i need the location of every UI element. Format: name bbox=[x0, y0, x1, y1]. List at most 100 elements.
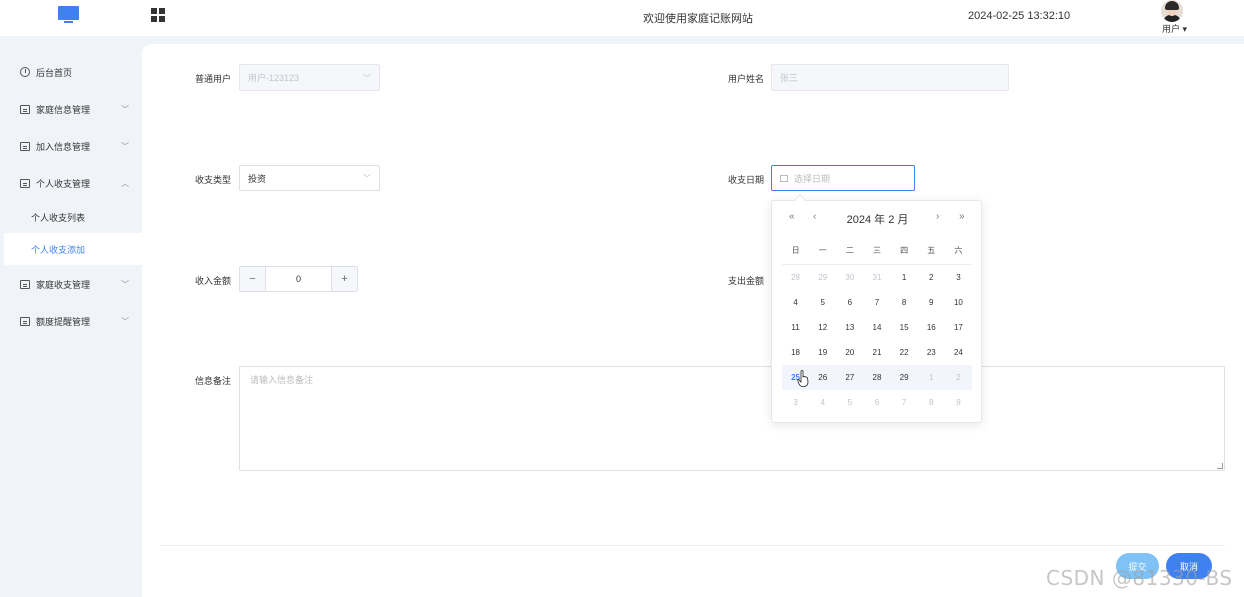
chevron-down-icon: ﹀ bbox=[363, 73, 371, 83]
sidebar-item-join-info[interactable]: 加入信息管理 ﹀ bbox=[0, 135, 142, 157]
calendar-day[interactable]: 1 bbox=[918, 365, 945, 390]
calendar-day[interactable]: 23 bbox=[918, 340, 945, 365]
chevron-down-icon: ﹀ bbox=[363, 174, 371, 183]
chevron-down-icon: ﹀ bbox=[121, 279, 129, 289]
calendar-day[interactable]: 15 bbox=[891, 315, 918, 340]
sidebar-subitem-personal-list[interactable]: 个人收支列表 bbox=[0, 201, 142, 233]
calendar-day[interactable]: 9 bbox=[945, 390, 972, 415]
calendar-day[interactable]: 22 bbox=[891, 340, 918, 365]
weekday-label: 二 bbox=[845, 246, 854, 255]
note-label: 信息备注 bbox=[194, 376, 231, 386]
calendar-day[interactable]: 5 bbox=[836, 390, 863, 415]
sidebar-item-home[interactable]: 后台首页 bbox=[0, 61, 142, 83]
user-select: 用户-123123 ﹀ bbox=[239, 64, 380, 91]
calendar-day[interactable]: 28 bbox=[863, 365, 890, 390]
calendar-grid: 28 29 30 31 1 2 3 4 5 6 7 8 9 10 11 12 13 14 15 16 17 18 19 20 2… bbox=[782, 265, 972, 415]
weekday-label: 四 bbox=[900, 246, 909, 255]
sidebar-item-family-finance[interactable]: 家庭收支管理 ﹀ bbox=[0, 273, 142, 295]
income-stepper[interactable]: − 0 + bbox=[239, 266, 358, 292]
calendar-day[interactable]: 29 bbox=[809, 265, 836, 290]
calendar-day[interactable]: 4 bbox=[782, 290, 809, 315]
calendar-day[interactable]: 10 bbox=[945, 290, 972, 315]
calendar-day[interactable]: 2 bbox=[918, 265, 945, 290]
card-icon bbox=[20, 178, 30, 188]
calendar-day[interactable]: 19 bbox=[809, 340, 836, 365]
prev-year-icon[interactable]: « bbox=[789, 211, 795, 222]
calendar-day[interactable]: 3 bbox=[782, 390, 809, 415]
date-input-placeholder: 选择日期 bbox=[794, 173, 831, 184]
calendar-day[interactable]: 31 bbox=[863, 265, 890, 290]
calendar-week-row: 18 19 20 21 22 23 24 bbox=[782, 340, 972, 365]
prev-month-icon[interactable]: ‹ bbox=[813, 211, 816, 222]
type-select[interactable]: 投资 ﹀ bbox=[239, 165, 380, 191]
calendar-day[interactable]: 7 bbox=[891, 390, 918, 415]
calendar-day[interactable]: 2 bbox=[945, 365, 972, 390]
weekday-label: 日 bbox=[791, 246, 800, 255]
chevron-down-icon: ﹀ bbox=[121, 141, 129, 151]
type-label: 收支类型 bbox=[194, 175, 231, 185]
monitor-logo-icon[interactable] bbox=[58, 6, 79, 23]
calendar-week-row: 28 29 30 31 1 2 3 bbox=[782, 265, 972, 290]
calendar-day[interactable]: 21 bbox=[863, 340, 890, 365]
sidebar-item-family-info[interactable]: 家庭信息管理 ﹀ bbox=[0, 98, 142, 120]
calendar-day[interactable]: 12 bbox=[809, 315, 836, 340]
income-value[interactable]: 0 bbox=[266, 267, 331, 291]
calendar-day[interactable]: 11 bbox=[782, 315, 809, 340]
card-icon bbox=[20, 279, 30, 289]
calendar-day[interactable]: 20 bbox=[836, 340, 863, 365]
weekday-label: 一 bbox=[818, 246, 827, 255]
decrement-button[interactable]: − bbox=[240, 267, 266, 291]
calendar-day[interactable]: 29 bbox=[891, 365, 918, 390]
calendar-day[interactable]: 8 bbox=[891, 290, 918, 315]
calendar-day[interactable]: 28 bbox=[782, 265, 809, 290]
watermark: CSDN @81330-BS bbox=[1046, 566, 1233, 590]
card-icon bbox=[20, 316, 30, 326]
avatar[interactable] bbox=[1161, 0, 1183, 22]
note-textarea[interactable]: 请输入信息备注 bbox=[239, 366, 1225, 471]
calendar-day[interactable]: 9 bbox=[918, 290, 945, 315]
weekday-label: 三 bbox=[872, 246, 881, 255]
calendar-day[interactable]: 18 bbox=[782, 340, 809, 365]
sidebar-item-label: 家庭信息管理 bbox=[36, 104, 91, 115]
calendar-day[interactable]: 17 bbox=[945, 315, 972, 340]
calendar-day[interactable]: 13 bbox=[836, 315, 863, 340]
calendar-day[interactable]: 6 bbox=[863, 390, 890, 415]
calendar-day[interactable]: 27 bbox=[836, 365, 863, 390]
user-select-value: 用户-123123 bbox=[248, 73, 300, 83]
calendar-day[interactable]: 14 bbox=[863, 315, 890, 340]
note-placeholder: 请输入信息备注 bbox=[250, 375, 314, 385]
sidebar-item-quota-alert[interactable]: 额度提醒管理 ﹀ bbox=[0, 310, 142, 332]
grid-menu-icon[interactable] bbox=[151, 8, 165, 22]
calendar-day[interactable]: 5 bbox=[809, 290, 836, 315]
user-menu-trigger[interactable]: 用户 ▾ bbox=[1162, 22, 1187, 35]
sidebar-item-label: 额度提醒管理 bbox=[36, 316, 91, 327]
user-label: 普通用户 bbox=[194, 74, 231, 84]
calendar-day[interactable]: 4 bbox=[809, 390, 836, 415]
calendar-day[interactable]: 6 bbox=[836, 290, 863, 315]
date-input[interactable]: 选择日期 bbox=[771, 165, 915, 191]
calendar-day[interactable]: 30 bbox=[836, 265, 863, 290]
clock-icon bbox=[20, 67, 30, 77]
sidebar-subitem-personal-add[interactable]: 个人收支添加 bbox=[4, 233, 142, 265]
calendar-day[interactable]: 8 bbox=[918, 390, 945, 415]
calendar-day[interactable]: 1 bbox=[891, 265, 918, 290]
sidebar-item-personal-finance[interactable]: 个人收支管理 ︿ bbox=[0, 172, 142, 194]
sidebar-item-label: 后台首页 bbox=[36, 67, 73, 78]
next-month-icon[interactable]: › bbox=[936, 211, 939, 222]
divider bbox=[160, 545, 1225, 546]
calendar-day[interactable]: 3 bbox=[945, 265, 972, 290]
calendar-day[interactable]: 24 bbox=[945, 340, 972, 365]
resize-handle-icon[interactable] bbox=[1217, 463, 1223, 469]
chevron-up-icon: ︿ bbox=[121, 178, 129, 188]
date-label: 收支日期 bbox=[727, 175, 764, 185]
calendar-week-row: 11 12 13 14 15 16 17 bbox=[782, 315, 972, 340]
calendar-day[interactable]: 16 bbox=[918, 315, 945, 340]
name-field: 张三 bbox=[771, 64, 1009, 91]
sidebar-subitem-label: 个人收支列表 bbox=[31, 212, 86, 223]
next-year-icon[interactable]: » bbox=[959, 211, 965, 222]
calendar-icon bbox=[780, 174, 788, 182]
calendar-day[interactable]: 7 bbox=[863, 290, 890, 315]
picker-month-header[interactable]: 2024 年 2 月 bbox=[772, 211, 983, 227]
increment-button[interactable]: + bbox=[331, 267, 357, 291]
calendar-day[interactable]: 26 bbox=[809, 365, 836, 390]
